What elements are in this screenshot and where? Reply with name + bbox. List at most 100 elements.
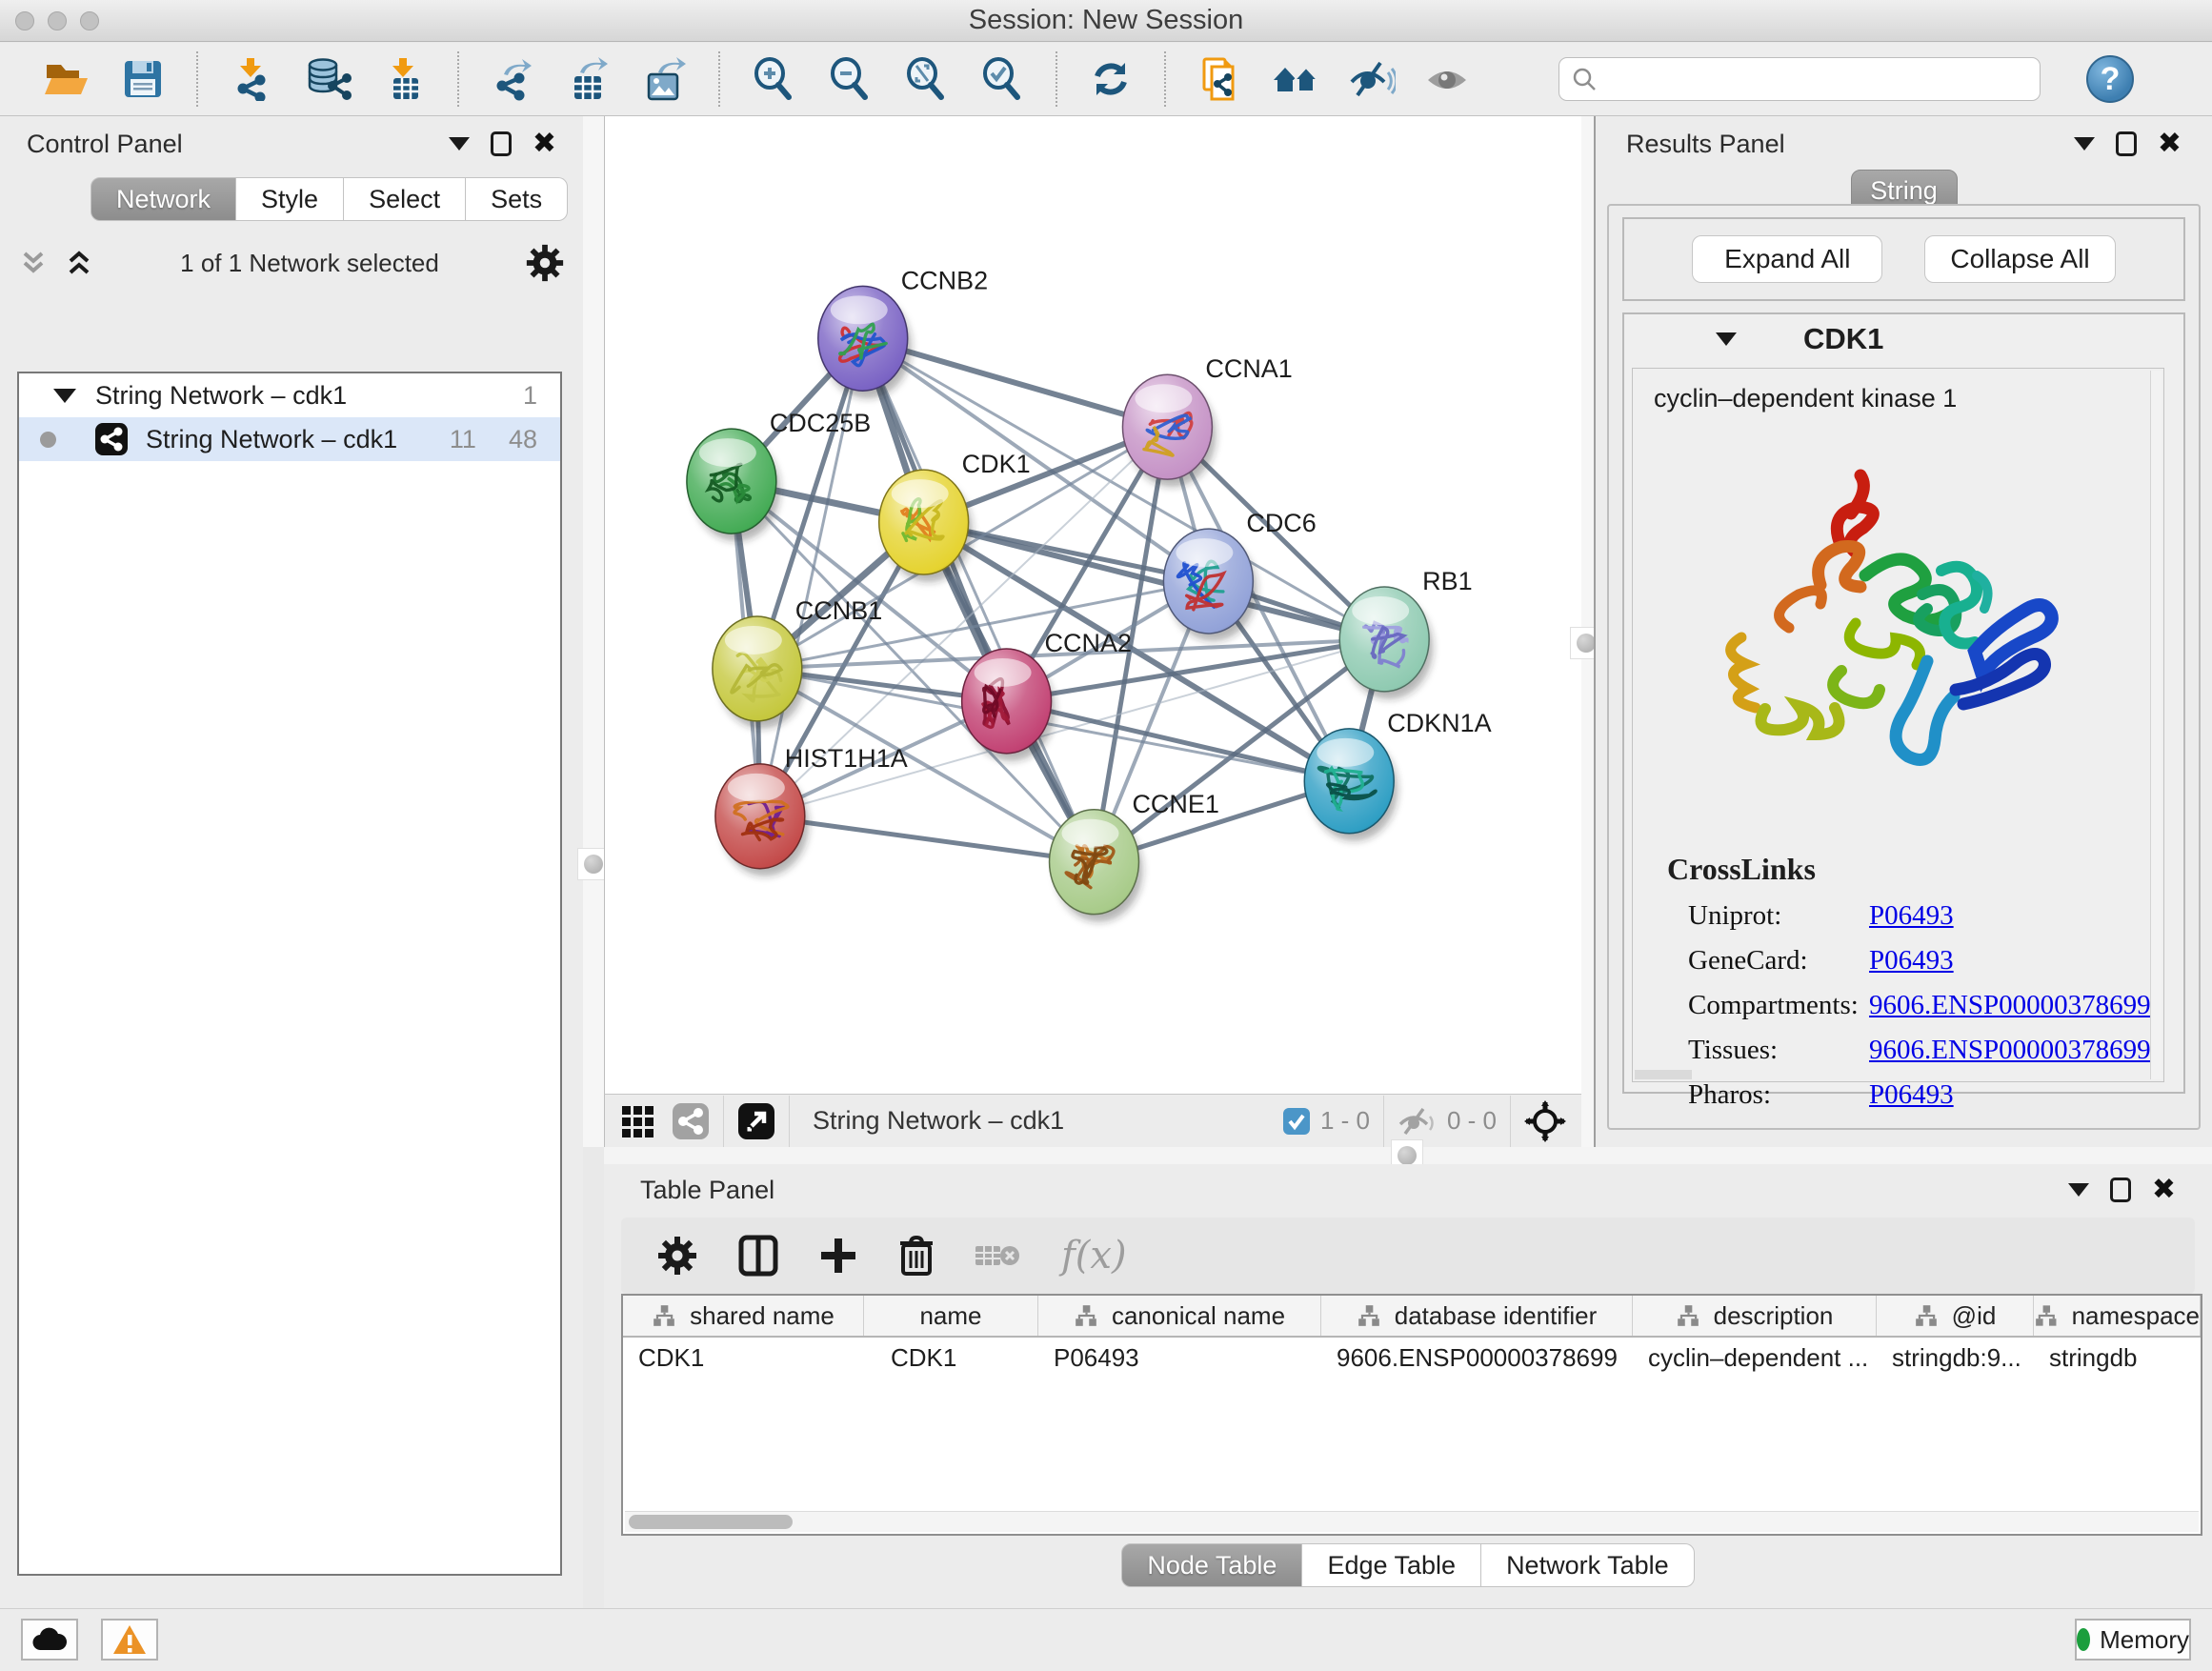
tab-style[interactable]: Style — [236, 177, 344, 221]
network-view-share-icon[interactable] — [672, 1102, 710, 1140]
crosslink-link[interactable]: P06493 — [1869, 1079, 1954, 1111]
splitter-handle[interactable] — [584, 855, 603, 874]
tab-edge-table[interactable]: Edge Table — [1302, 1543, 1481, 1587]
tab-sets[interactable]: Sets — [466, 177, 568, 221]
expand-all-icon[interactable] — [63, 248, 95, 278]
import-network-database-button[interactable] — [290, 48, 366, 111]
table-options-gear-icon[interactable] — [655, 1234, 699, 1278]
network-canvas[interactable]: CCNB2CCNA1CDC25BCDK1CDC6RB1CCNB1CCNA2CDK… — [604, 116, 1581, 1094]
delete-column-trash-icon[interactable] — [897, 1234, 935, 1278]
import-network-file-button[interactable] — [213, 48, 290, 111]
close-panel-icon[interactable]: ✖ — [2152, 1176, 2176, 1204]
tab-node-table[interactable]: Node Table — [1121, 1543, 1302, 1587]
network-node-CDK1[interactable]: CDK1 — [879, 450, 1031, 582]
close-panel-icon[interactable]: ✖ — [533, 130, 556, 158]
cloud-status-button[interactable] — [21, 1619, 78, 1661]
export-table-button[interactable] — [551, 48, 627, 111]
column-header-description[interactable]: description — [1633, 1296, 1877, 1336]
search-input[interactable] — [1607, 65, 2026, 94]
column-header-shared-name[interactable]: shared name — [623, 1296, 864, 1336]
panel-menu-icon[interactable] — [2074, 137, 2095, 151]
export-image-button[interactable] — [627, 48, 703, 111]
open-file-button[interactable] — [29, 48, 105, 111]
table-horizontal-scrollbar[interactable] — [625, 1511, 2199, 1532]
grid-view-icon[interactable] — [620, 1102, 658, 1140]
birdseye-view-icon[interactable] — [737, 1102, 775, 1140]
network-node-CCNE1[interactable]: CCNE1 — [1050, 790, 1219, 922]
panel-menu-icon[interactable] — [449, 137, 470, 151]
tab-network[interactable]: Network — [90, 177, 236, 221]
zoom-in-button[interactable] — [735, 48, 812, 111]
collapse-triangle-icon[interactable] — [53, 389, 76, 403]
float-panel-icon[interactable] — [2110, 1178, 2131, 1202]
expand-all-button[interactable]: Expand All — [1692, 235, 1882, 283]
column-header-canonical-name[interactable]: canonical name — [1038, 1296, 1321, 1336]
import-table-file-button[interactable] — [366, 48, 442, 111]
network-edge[interactable] — [863, 338, 1095, 861]
copy-network-button[interactable] — [1181, 48, 1257, 111]
crosslink-link[interactable]: 9606.ENSP00000378699 — [1869, 1035, 2151, 1066]
cell-namespace[interactable]: stringdb — [2034, 1338, 2201, 1381]
cell-description[interactable]: cyclin–dependent ... — [1633, 1338, 1877, 1381]
crosslink-link[interactable]: P06493 — [1869, 900, 1954, 932]
right-splitter[interactable] — [1581, 116, 1594, 1164]
fit-content-crosshair-icon[interactable] — [1524, 1100, 1566, 1142]
save-session-button[interactable] — [105, 48, 181, 111]
network-edge[interactable] — [760, 816, 1095, 862]
gene-header[interactable]: CDK1 — [1624, 314, 2183, 364]
network-edge[interactable] — [1007, 701, 1350, 781]
network-row[interactable]: String Network – cdk1 11 48 — [19, 417, 560, 461]
column-header-id[interactable]: @id — [1877, 1296, 2034, 1336]
show-columns-icon[interactable] — [737, 1234, 779, 1278]
tab-network-table[interactable]: Network Table — [1481, 1543, 1695, 1587]
zoom-out-button[interactable] — [812, 48, 888, 111]
memory-button[interactable]: Memory — [2075, 1619, 2191, 1661]
hide-selected-button[interactable] — [1334, 48, 1410, 111]
float-panel-icon[interactable] — [491, 131, 512, 156]
collapse-all-icon[interactable] — [17, 248, 50, 278]
cell-shared-name[interactable]: CDK1 — [623, 1338, 864, 1381]
close-panel-icon[interactable]: ✖ — [2158, 130, 2182, 158]
splitter-handle[interactable] — [1398, 1146, 1417, 1165]
network-node-CDC6[interactable]: CDC6 — [1163, 509, 1316, 641]
crosslink-link[interactable]: 9606.ENSP00000378699 — [1869, 990, 2151, 1021]
first-neighbors-button[interactable] — [1257, 48, 1334, 111]
left-splitter[interactable] — [583, 116, 604, 1147]
help-button[interactable]: ? — [2086, 55, 2134, 103]
show-all-button[interactable] — [1410, 48, 1486, 111]
network-collection-row[interactable]: String Network – cdk1 1 — [19, 373, 560, 417]
results-vertical-scrollbar[interactable] — [2150, 371, 2162, 1079]
warnings-button[interactable] — [101, 1619, 158, 1661]
cell-database-identifier[interactable]: 9606.ENSP00000378699 — [1321, 1338, 1633, 1381]
scrollbar-thumb[interactable] — [629, 1515, 793, 1529]
float-panel-icon[interactable] — [2116, 131, 2137, 156]
cell-id[interactable]: stringdb:9... — [1877, 1338, 2034, 1381]
column-header-database-identifier[interactable]: database identifier — [1321, 1296, 1633, 1336]
network-node-HIST1H1A[interactable]: HIST1H1A — [715, 744, 908, 876]
network-node-CCNB2[interactable]: CCNB2 — [818, 266, 988, 398]
zoom-fit-button[interactable] — [888, 48, 964, 111]
add-column-icon[interactable] — [817, 1235, 859, 1277]
export-network-button[interactable] — [474, 48, 551, 111]
table-row[interactable]: CDK1 CDK1 P06493 9606.ENSP00000378699 cy… — [623, 1338, 2201, 1381]
crosslink-link[interactable]: P06493 — [1869, 945, 1954, 976]
search-box[interactable] — [1558, 57, 2041, 101]
network-graph[interactable]: CCNB2CCNA1CDC25BCDK1CDC6RB1CCNB1CCNA2CDK… — [605, 116, 1581, 1094]
column-header-namespace[interactable]: namespace — [2034, 1296, 2201, 1336]
results-horizontal-scrollbar[interactable] — [1635, 1070, 1692, 1079]
column-header-name[interactable]: name — [864, 1296, 1038, 1336]
cell-name[interactable]: CDK1 — [864, 1338, 1038, 1381]
panel-menu-icon[interactable] — [2068, 1183, 2089, 1197]
tab-select[interactable]: Select — [344, 177, 466, 221]
refresh-button[interactable] — [1073, 48, 1149, 111]
network-node-RB1[interactable]: RB1 — [1339, 567, 1472, 699]
network-node-CDKN1A[interactable]: CDKN1A — [1304, 709, 1491, 841]
collapse-all-button[interactable]: Collapse All — [1924, 235, 2115, 283]
splitter-handle[interactable] — [1577, 634, 1596, 653]
network-options-gear-icon[interactable] — [524, 242, 566, 284]
cell-canonical-name[interactable]: P06493 — [1038, 1338, 1321, 1381]
collapse-gene-icon[interactable] — [1716, 332, 1737, 346]
table-splitter[interactable] — [604, 1147, 2212, 1164]
selected-checkbox-icon[interactable] — [1282, 1107, 1311, 1136]
zoom-selected-button[interactable] — [964, 48, 1040, 111]
